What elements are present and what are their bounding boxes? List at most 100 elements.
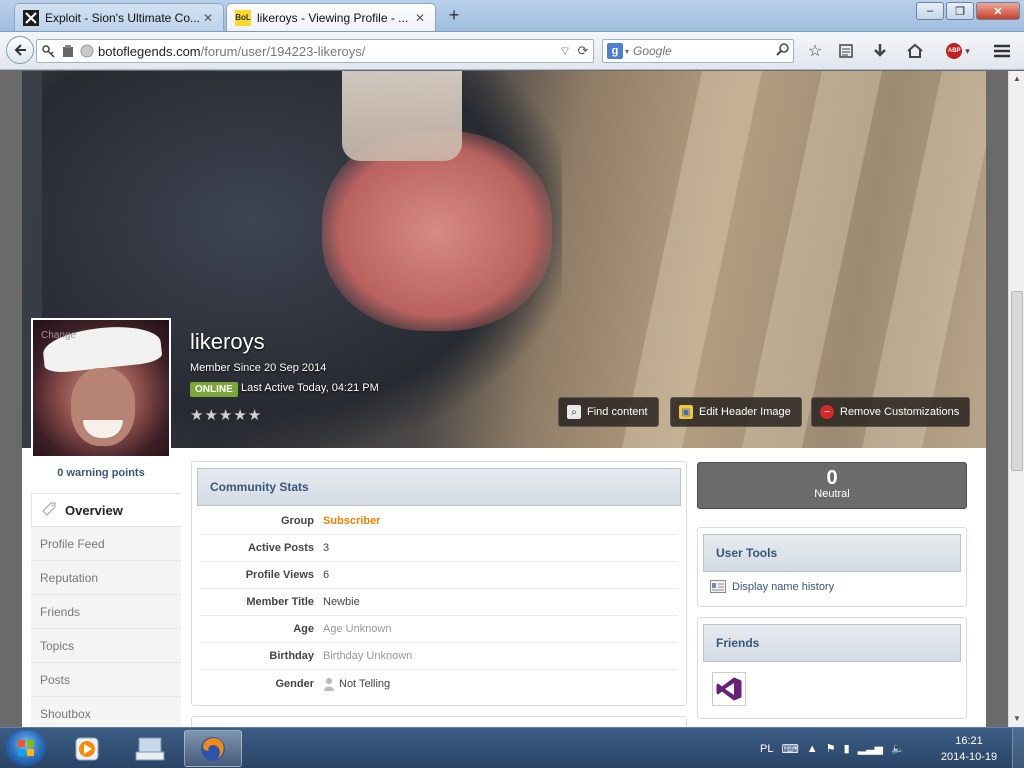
sidenav-item-overview[interactable]: Overview <box>31 493 181 527</box>
avatar-change-link[interactable]: Change <box>41 330 76 341</box>
title-bar: Exploit - Sion's Ultimate Co... ✕ BoL li… <box>0 0 1024 32</box>
friend-avatar[interactable] <box>712 672 746 706</box>
magnifier-icon: ⌕ <box>567 405 581 419</box>
battery-icon[interactable]: ▮ <box>844 742 850 755</box>
stat-row-group: Group Subscriber <box>200 508 678 535</box>
search-input[interactable] <box>633 44 771 58</box>
edit-header-label: Edit Header Image <box>699 406 791 418</box>
tab-title: Exploit - Sion's Ultimate Co... <box>45 10 201 25</box>
profile-content: Change likeroys Member Since 20 Sep 2014… <box>22 71 986 727</box>
url-host: botoflegends.com <box>98 43 201 59</box>
sidenav-label: Overview <box>65 502 123 518</box>
url-text[interactable]: botoflegends.com/forum/user/194223-liker… <box>98 44 557 59</box>
stat-value: 6 <box>323 569 330 581</box>
stat-label: Profile Views <box>245 569 314 581</box>
warning-points[interactable]: 0 warning points <box>22 467 180 479</box>
tag-icon <box>41 501 57 520</box>
download-icon[interactable] <box>869 40 891 62</box>
network-icon[interactable]: ▂▃▅ <box>858 742 883 755</box>
sidenav-item-reputation[interactable]: Reputation <box>31 561 181 595</box>
star-icon[interactable]: ★ <box>190 406 203 424</box>
adblock-icon[interactable]: ABP ▾ <box>941 40 975 62</box>
back-button[interactable] <box>6 36 34 64</box>
window-controls: – ❐ ✕ <box>916 2 1020 20</box>
sidenav-item-profile-feed[interactable]: Profile Feed <box>31 527 181 561</box>
edit-header-button[interactable]: ▣ Edit Header Image <box>670 397 802 427</box>
scrollbar-thumb[interactable] <box>1011 291 1023 471</box>
stat-row-birthday: Birthday Birthday Unknown <box>200 643 678 670</box>
rating-stars[interactable]: ★ ★ ★ ★ ★ <box>190 406 261 424</box>
friends-box: Friends <box>697 617 967 719</box>
page-scrollbar[interactable]: ▲ ▼ <box>1008 71 1024 727</box>
stat-label: Age <box>293 623 314 635</box>
tab-exploit[interactable]: Exploit - Sion's Ultimate Co... ✕ <box>14 3 224 31</box>
url-dropdown-icon[interactable]: ▽ <box>557 46 573 57</box>
tray-expand-icon[interactable]: ▲ <box>807 743 818 755</box>
volume-icon[interactable]: 🔈 <box>891 742 905 755</box>
close-window-button[interactable]: ✕ <box>976 2 1020 20</box>
taskbar-clock[interactable]: 16:21 2014-10-19 <box>936 733 1002 765</box>
search-engine-selector[interactable]: g ▾ <box>603 40 633 62</box>
new-tab-button[interactable]: + <box>444 5 464 25</box>
avatar[interactable]: Change <box>31 318 171 458</box>
stat-value: Birthday Unknown <box>323 650 413 662</box>
stat-row-active-posts: Active Posts 3 <box>200 535 678 562</box>
search-icon[interactable] <box>771 43 793 59</box>
tab-profile[interactable]: BoL likeroys - Viewing Profile - ... ✕ <box>226 3 436 31</box>
bookmark-star-icon[interactable]: ☆ <box>804 40 826 62</box>
gender-value: Not Telling <box>339 677 391 690</box>
tab-close-icon[interactable]: ✕ <box>201 11 215 25</box>
reload-icon[interactable]: ⟳ <box>573 43 593 59</box>
restore-button[interactable]: ❐ <box>946 2 974 20</box>
sidenav-label: Friends <box>40 604 81 619</box>
taskbar-firefox[interactable] <box>184 730 242 767</box>
clipboard-icon[interactable] <box>60 43 76 59</box>
reputation-label: Neutral <box>814 488 850 500</box>
reputation-box[interactable]: 0 Neutral <box>697 462 967 509</box>
url-bar[interactable]: botoflegends.com/forum/user/194223-liker… <box>36 39 594 63</box>
language-indicator[interactable]: PL <box>760 743 773 755</box>
minus-circle-icon: − <box>820 405 834 419</box>
member-since: Member Since 20 Sep 2014 <box>190 362 327 374</box>
show-desktop-button[interactable] <box>1012 728 1024 768</box>
windows-taskbar: PL ⌨ ▲ ⚑ ▮ ▂▃▅ 🔈 16:21 2014-10-19 <box>0 727 1024 768</box>
clock-date: 2014-10-19 <box>940 751 998 763</box>
taskbar-media-player[interactable] <box>58 730 116 767</box>
star-icon[interactable]: ★ <box>248 406 261 424</box>
favicon-text: BoL <box>235 13 251 22</box>
profile-sidenav: Overview Profile Feed Reputation Friends… <box>31 493 181 727</box>
search-bar[interactable]: g ▾ <box>602 39 794 63</box>
scroll-down-icon[interactable]: ▼ <box>1009 711 1024 727</box>
minimize-button[interactable]: – <box>916 2 944 20</box>
sidenav-item-friends[interactable]: Friends <box>31 595 181 629</box>
url-path: /forum/user/194223-likeroys/ <box>200 43 366 59</box>
scroll-up-icon[interactable]: ▲ <box>1009 71 1024 87</box>
stat-value: Newbie <box>323 596 360 608</box>
sidenav-item-topics[interactable]: Topics <box>31 629 181 663</box>
star-icon[interactable]: ★ <box>219 406 232 424</box>
taskbar-keyboard-app[interactable] <box>121 730 179 767</box>
key-icon[interactable] <box>41 43 57 59</box>
stat-label: Active Posts <box>247 542 314 554</box>
menu-icon[interactable] <box>991 40 1013 62</box>
star-icon[interactable]: ★ <box>204 406 217 424</box>
bol-logo-icon <box>23 9 39 26</box>
star-icon[interactable]: ★ <box>233 406 246 424</box>
reading-list-icon[interactable] <box>835 40 857 62</box>
tab-close-icon[interactable]: ✕ <box>413 11 427 25</box>
stat-value: 3 <box>323 542 330 554</box>
community-stats-title: Community Stats <box>197 468 681 506</box>
action-center-flag-icon[interactable]: ⚑ <box>826 742 836 755</box>
display-name-history-link[interactable]: Display name history <box>710 580 834 593</box>
find-content-button[interactable]: ⌕ Find content <box>558 397 659 427</box>
start-button[interactable] <box>6 730 46 766</box>
home-icon[interactable] <box>904 40 926 62</box>
keyboard-layout-icon[interactable]: ⌨ <box>781 742 798 756</box>
sidenav-item-posts[interactable]: Posts <box>31 663 181 697</box>
sidenav-item-shoutbox[interactable]: Shoutbox <box>31 697 181 727</box>
remove-customizations-button[interactable]: − Remove Customizations <box>811 397 971 427</box>
globe-icon <box>79 43 95 59</box>
main-column: Community Stats Group Subscriber Active … <box>191 461 687 727</box>
sidenav-label: Topics <box>40 638 75 653</box>
last-active: Last Active Today, 04:21 PM <box>241 382 379 394</box>
